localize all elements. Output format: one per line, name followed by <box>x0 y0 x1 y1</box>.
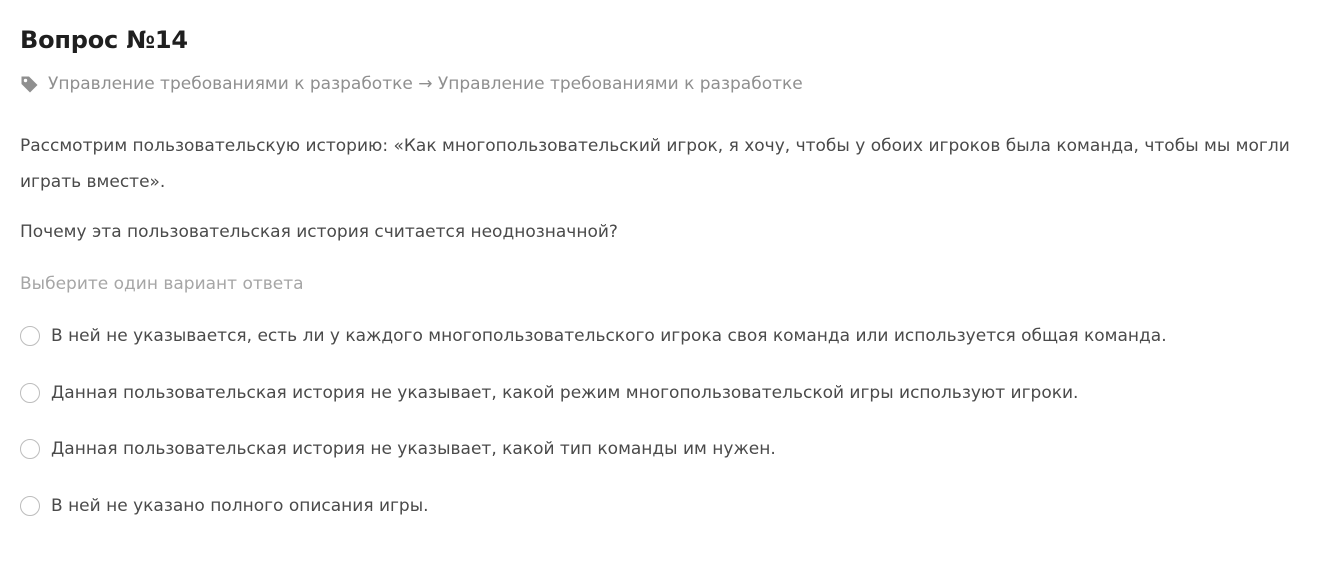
answer-options: В ней не указывается, есть ли у каждого … <box>20 319 1167 545</box>
answer-hint: Выберите один вариант ответа <box>20 274 304 294</box>
radio-button[interactable] <box>20 495 40 516</box>
answer-option[interactable]: В ней не указывается, есть ли у каждого … <box>20 319 1167 353</box>
answer-option-label: В ней не указано полного описания игры. <box>51 495 429 516</box>
tag-icon <box>20 75 39 94</box>
breadcrumb-text: Управление требованиями к разработке → У… <box>48 74 803 94</box>
answer-option-label: Данная пользовательская история не указы… <box>51 382 1079 403</box>
question-story: Рассмотрим пользовательскую историю: «Ка… <box>20 136 1290 192</box>
answer-option-label: В ней не указывается, есть ли у каждого … <box>51 326 1167 346</box>
answer-option[interactable]: Данная пользовательская история не указы… <box>20 376 1167 410</box>
answer-option[interactable]: В ней не указано полного описания игры. <box>20 489 1167 523</box>
radio-button[interactable] <box>20 439 40 459</box>
radio-button[interactable] <box>20 382 40 403</box>
breadcrumb: Управление требованиями к разработке → У… <box>20 72 803 96</box>
answer-option[interactable]: Данная пользовательская история не указы… <box>20 432 1167 466</box>
radio-button[interactable] <box>20 326 40 346</box>
answer-option-label: Данная пользовательская история не указы… <box>51 439 776 459</box>
page-title: Вопрос №14 <box>20 26 188 54</box>
question-prompt: Почему эта пользовательская история счит… <box>20 222 618 242</box>
